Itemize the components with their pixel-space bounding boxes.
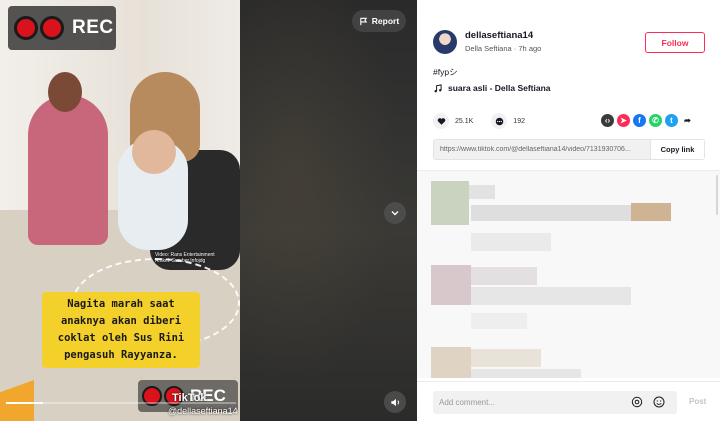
comment-dots-icon: [495, 117, 504, 125]
embed-icon[interactable]: ‹›: [601, 114, 614, 127]
comment-avatar-blur: [431, 181, 469, 225]
rec-dot-icon: [40, 16, 64, 40]
author-header: dellaseftiana14 Della Seftiana · 7h ago: [433, 30, 541, 54]
tiktok-video-view: REC Video: Rans Entertainment Artikel: S…: [0, 0, 720, 421]
comment-text-blur: [471, 267, 537, 285]
comment-text-blur: [471, 205, 631, 221]
comment-count: 192: [513, 117, 525, 125]
comment-text-blur: [471, 349, 541, 367]
comments-list[interactable]: [417, 170, 720, 378]
follow-button[interactable]: Follow: [645, 32, 705, 53]
video-caption-box: Nagita marah saat anaknya akan diberi co…: [42, 292, 200, 368]
comment-text-blur: [471, 313, 527, 329]
caption-line: anaknya akan diberi: [60, 315, 182, 327]
comment-text-blur: [469, 185, 495, 199]
scene-baby-head: [132, 130, 176, 174]
comment-text-blur: [631, 203, 671, 221]
comment-text-blur: [471, 287, 631, 305]
avatar[interactable]: [433, 30, 457, 54]
comment-text-blur: [471, 369, 581, 378]
facebook-icon[interactable]: f: [633, 114, 646, 127]
caption-line: pengasuh Rayyanza.: [64, 349, 178, 361]
video-frame[interactable]: REC Video: Rans Entertainment Artikel: S…: [0, 0, 240, 421]
post-time: 7h ago: [518, 44, 542, 53]
comment-text-blur: [471, 233, 551, 251]
share-link-row: https://www.tiktok.com/@dellaseftiana14/…: [433, 139, 705, 160]
copy-link-button[interactable]: Copy link: [650, 140, 704, 159]
send-icon[interactable]: ➤: [617, 114, 630, 127]
emoji-icon[interactable]: [653, 396, 665, 408]
separator-dot: ·: [513, 44, 517, 53]
mention-icon[interactable]: [631, 396, 643, 408]
author-username[interactable]: dellaseftiana14: [465, 30, 541, 41]
whatsapp-icon[interactable]: ✆: [649, 114, 662, 127]
post-comment-button[interactable]: Post: [689, 397, 706, 406]
like-button[interactable]: [433, 113, 449, 129]
post-caption[interactable]: #fypシ: [433, 66, 458, 78]
volume-button[interactable]: [384, 391, 406, 413]
scene-woman-pink-head: [48, 72, 82, 112]
flag-icon: [360, 17, 368, 25]
author-info: dellaseftiana14 Della Seftiana · 7h ago: [465, 30, 541, 54]
comment-button[interactable]: [491, 113, 508, 129]
author-subline: Della Seftiana · 7h ago: [465, 44, 541, 53]
rec-badge: REC: [8, 6, 116, 50]
watermark-handle: @dellaseftiana14: [168, 406, 238, 416]
scene-woman-pink: [28, 95, 108, 245]
rec-dot-icon: [14, 16, 38, 40]
video-progress-fill: [6, 402, 43, 404]
report-button[interactable]: Report: [352, 10, 406, 32]
music-note-icon: [434, 83, 442, 92]
engagement-actions: 25.1K 192: [433, 113, 537, 129]
chevron-down-icon: [391, 211, 399, 216]
video-player[interactable]: REC Video: Rans Entertainment Artikel: S…: [0, 0, 417, 421]
share-link-text[interactable]: https://www.tiktok.com/@dellaseftiana14/…: [434, 146, 650, 153]
video-progress-bar[interactable]: [6, 402, 236, 404]
volume-icon: [390, 398, 399, 406]
like-count: 25.1K: [455, 117, 474, 125]
comment-avatar-blur: [431, 347, 471, 378]
post-details-panel: dellaseftiana14 Della Seftiana · 7h ago …: [417, 0, 720, 421]
twitter-icon[interactable]: t: [665, 114, 678, 127]
heart-icon: [437, 117, 445, 125]
next-video-button[interactable]: [384, 202, 406, 224]
sound-label: suara asli - Della Seftiana: [448, 83, 551, 93]
comments-scrollbar[interactable]: [716, 175, 718, 215]
share-icons-row: ‹› ➤ f ✆ t ➦: [601, 114, 694, 127]
caption-line: Nagita marah saat: [67, 298, 175, 310]
sound-link[interactable]: suara asli - Della Seftiana: [433, 83, 551, 93]
comment-composer: Post: [417, 381, 720, 421]
report-label: Report: [371, 16, 400, 26]
caption-line: coklat oleh Sus Rini: [57, 332, 185, 344]
forward-icon[interactable]: ➦: [681, 114, 694, 127]
rec-label: REC: [72, 17, 114, 38]
comment-avatar-blur: [431, 265, 471, 305]
author-display-name: Della Seftiana: [465, 44, 512, 53]
